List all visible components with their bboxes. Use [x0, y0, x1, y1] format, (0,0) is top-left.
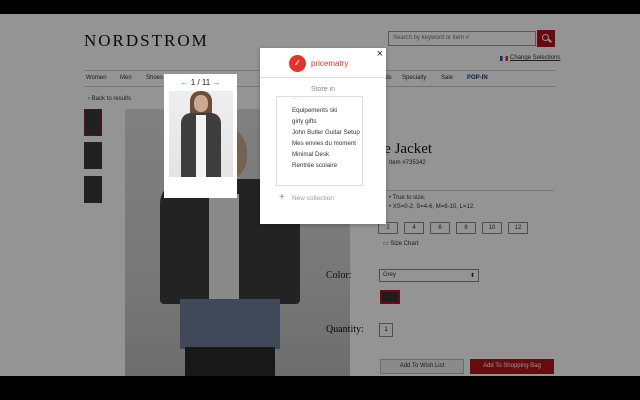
image-counter: 1 / 11 [190, 78, 211, 87]
list-item[interactable]: Minimal Desk [292, 151, 329, 158]
list-item[interactable]: Mes envies du moment [292, 140, 356, 147]
list-item[interactable]: … [292, 97, 298, 101]
browser-viewport: NORDSTROM Search by keyword or item # Ch… [0, 14, 640, 376]
image-picker-panel: ← 1 / 11 → [164, 74, 237, 198]
image-pager: ← 1 / 11 → [164, 78, 237, 87]
list-item[interactable]: John Butler Guitar Setup [292, 129, 360, 136]
close-icon[interactable]: × [377, 49, 383, 60]
plus-icon[interactable]: + [279, 193, 285, 203]
new-collection-button[interactable]: New collection [292, 195, 334, 202]
list-item[interactable]: girly gifts [292, 118, 316, 125]
list-item[interactable]: Rentrée scolaire [292, 162, 337, 169]
pricematry-logo-icon: ∕∕ [289, 55, 306, 72]
next-arrow-icon[interactable]: → [212, 78, 220, 87]
selected-product-image [169, 91, 233, 177]
divider [260, 77, 386, 78]
pricematry-popup: × ∕∕ pricematry Store in … Equipements s… [260, 48, 386, 224]
pricematry-brand: pricematry [311, 59, 349, 68]
prev-arrow-icon[interactable]: ← [181, 78, 189, 87]
collection-list[interactable]: … Equipements ski girly gifts John Butle… [276, 96, 363, 186]
list-item[interactable]: Equipements ski [292, 107, 337, 114]
store-in-heading: Store in [310, 86, 336, 93]
